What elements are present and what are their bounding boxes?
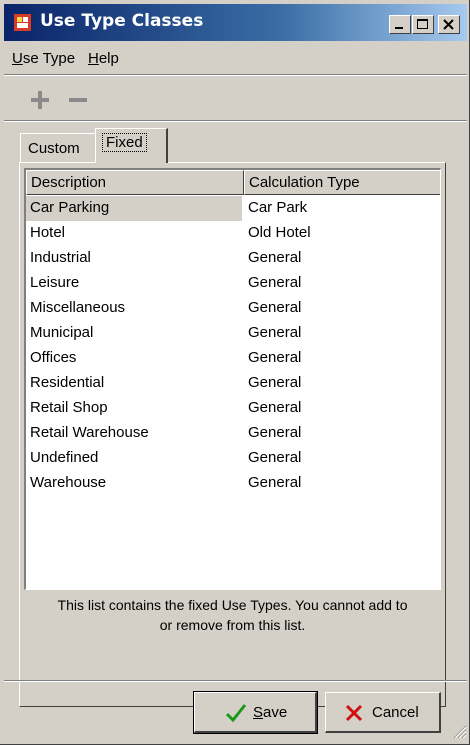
cell-description: Residential bbox=[30, 374, 105, 391]
toolbar bbox=[4, 80, 467, 118]
cell-calculation-type: General bbox=[248, 274, 302, 291]
cell-description: Undefined bbox=[30, 449, 99, 466]
cell-calculation-type: Car Park bbox=[248, 199, 308, 216]
list-item[interactable]: Hotel Old Hotel bbox=[26, 221, 440, 246]
list-item[interactable]: Leisure General bbox=[26, 271, 440, 296]
use-type-classes-window: Use Type Classes Use Type Help Custom Fi… bbox=[0, 0, 470, 745]
cancel-label: Cancel bbox=[372, 704, 419, 721]
minimize-icon bbox=[395, 27, 403, 29]
list-item[interactable]: Municipal General bbox=[26, 321, 440, 346]
add-button[interactable] bbox=[28, 87, 54, 113]
list-item[interactable]: Residential General bbox=[26, 371, 440, 396]
cell-description: Leisure bbox=[30, 274, 80, 291]
maximize-icon bbox=[417, 19, 428, 29]
cell-description: Car Parking bbox=[30, 199, 110, 216]
tab-custom-label: Custom bbox=[28, 140, 80, 157]
menu-use-type[interactable]: Use Type bbox=[12, 50, 75, 67]
cell-description: Miscellaneous bbox=[30, 299, 126, 316]
cell-description: Hotel bbox=[30, 224, 66, 241]
maximize-button[interactable] bbox=[412, 15, 434, 34]
toolbar-separator bbox=[4, 120, 467, 122]
plus-icon bbox=[31, 91, 49, 109]
cell-calculation-type: General bbox=[248, 399, 302, 416]
cell-description: Municipal bbox=[30, 324, 94, 341]
check-icon bbox=[225, 703, 247, 727]
footer-separator bbox=[4, 680, 467, 682]
close-icon bbox=[443, 19, 454, 30]
list-header: Description Calculation Type bbox=[26, 170, 440, 195]
cell-calculation-type: Old Hotel bbox=[248, 224, 311, 241]
cell-description: Offices bbox=[30, 349, 77, 366]
list-item[interactable]: Warehouse General bbox=[26, 471, 440, 496]
cell-calculation-type: General bbox=[248, 374, 302, 391]
menu-bar: Use Type Help bbox=[4, 44, 467, 72]
resize-grip-icon[interactable] bbox=[453, 725, 467, 742]
cancel-button[interactable]: Cancel bbox=[325, 692, 441, 733]
list-item[interactable]: Car Parking Car Park bbox=[26, 196, 440, 221]
x-icon bbox=[344, 703, 364, 727]
list-item[interactable]: Miscellaneous General bbox=[26, 296, 440, 321]
list-item[interactable]: Offices General bbox=[26, 346, 440, 371]
column-header-description[interactable]: Description bbox=[26, 170, 244, 195]
list-item[interactable]: Industrial General bbox=[26, 246, 440, 271]
column-header-calculation-type[interactable]: Calculation Type bbox=[244, 170, 440, 195]
cell-description: Retail Shop bbox=[30, 399, 108, 416]
title-bar[interactable]: Use Type Classes bbox=[4, 4, 467, 41]
cell-calculation-type: General bbox=[248, 349, 302, 366]
cell-description: Industrial bbox=[30, 249, 91, 266]
info-text: This list contains the fixed Use Types. … bbox=[57, 597, 408, 633]
cell-calculation-type: General bbox=[248, 424, 302, 441]
minus-icon bbox=[69, 98, 87, 102]
save-label: Save bbox=[253, 704, 288, 721]
minimize-button[interactable] bbox=[389, 15, 411, 34]
save-button[interactable]: Save bbox=[194, 692, 317, 733]
tab-custom[interactable]: Custom bbox=[20, 133, 97, 163]
cell-calculation-type: General bbox=[248, 449, 302, 466]
list-item[interactable]: Retail Warehouse General bbox=[26, 421, 440, 446]
cell-description: Warehouse bbox=[30, 474, 107, 491]
menu-separator bbox=[4, 74, 467, 76]
list-item[interactable]: Undefined General bbox=[26, 446, 440, 471]
remove-button[interactable] bbox=[66, 87, 92, 113]
list-item[interactable]: Retail Shop General bbox=[26, 396, 440, 421]
tab-fixed[interactable]: Fixed bbox=[95, 128, 168, 163]
list-rows: Car Parking Car Park Hotel Old Hotel Industr… bbox=[26, 196, 440, 496]
menu-help[interactable]: Help bbox=[88, 50, 119, 67]
app-icon bbox=[14, 14, 31, 31]
cell-calculation-type: General bbox=[248, 249, 302, 266]
tab-fixed-label: Fixed bbox=[102, 133, 147, 152]
cell-calculation-type: General bbox=[248, 324, 302, 341]
cell-description: Retail Warehouse bbox=[30, 424, 149, 441]
close-button[interactable] bbox=[438, 15, 460, 34]
cell-calculation-type: General bbox=[248, 474, 302, 491]
window-title: Use Type Classes bbox=[40, 11, 204, 31]
use-type-list[interactable]: Description Calculation Type Car Parking… bbox=[24, 168, 441, 590]
cell-calculation-type: General bbox=[248, 299, 302, 316]
